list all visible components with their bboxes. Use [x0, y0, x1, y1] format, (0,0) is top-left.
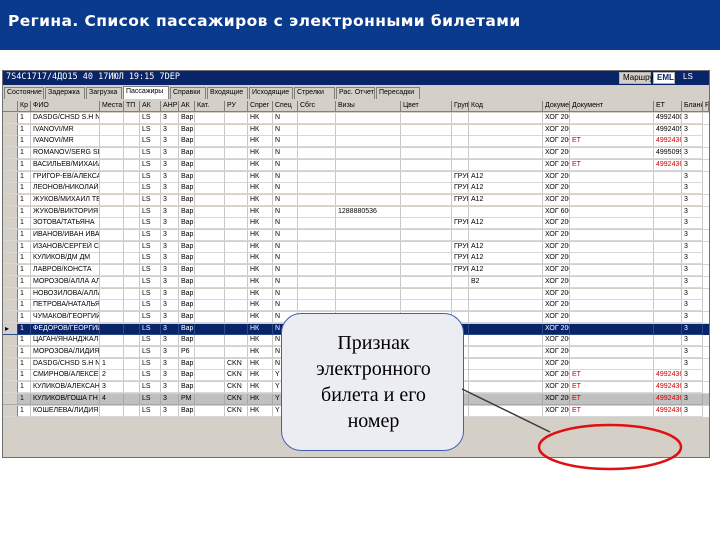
callout-pointer — [461, 388, 551, 433]
highlight-ellipse — [537, 423, 683, 471]
annotation-overlay — [461, 388, 683, 471]
